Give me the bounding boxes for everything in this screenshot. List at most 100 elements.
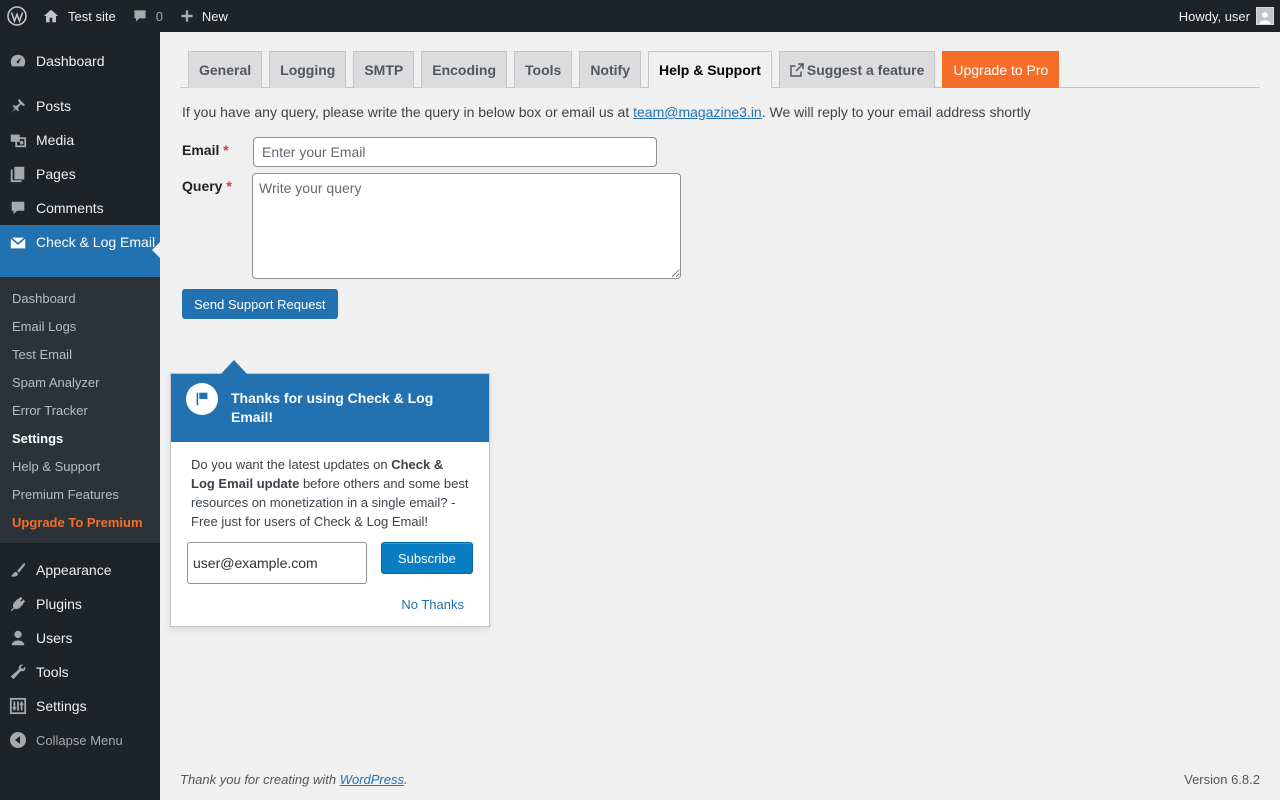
collapse-arrow-icon — [8, 730, 28, 750]
sidebar-item-label: Dashboard — [36, 53, 105, 69]
collapse-menu-button[interactable]: Collapse Menu — [0, 723, 160, 757]
submenu-item-settings[interactable]: Settings — [0, 424, 160, 452]
settings-tabs: General Logging SMTP Encoding Tools Noti… — [188, 51, 1066, 89]
subscribe-email-input[interactable] — [187, 542, 367, 584]
wrench-icon — [8, 662, 28, 682]
sidebar-item-check-log-email[interactable]: Check & Log Email — [0, 225, 160, 277]
footer-thanks: Thank you for creating with WordPress. — [180, 772, 408, 787]
pointer-body: Do you want the latest updates on Check … — [171, 442, 489, 531]
sidebar-item-label: Tools — [36, 664, 69, 680]
pointer-title: Thanks for using Check & Log Email! — [231, 390, 434, 425]
external-link-icon — [790, 63, 804, 77]
subscribe-row: Subscribe — [171, 531, 489, 597]
media-icon — [8, 130, 28, 150]
sidebar-item-label: Comments — [36, 200, 104, 216]
support-email-link[interactable]: team@magazine3.in — [633, 104, 762, 120]
tab-tools[interactable]: Tools — [514, 51, 573, 88]
sidebar-item-label: Media — [36, 132, 75, 148]
sidebar-item-appearance[interactable]: Appearance — [0, 553, 160, 587]
comments-menu[interactable]: 0 — [124, 0, 171, 32]
sidebar-item-label: Pages — [36, 166, 76, 182]
pin-icon — [8, 96, 28, 116]
admin-bar: Test site 0 New Howdy, user — [0, 0, 1280, 32]
collapse-menu-label: Collapse Menu — [36, 732, 123, 748]
submenu-item-dashboard[interactable]: Dashboard — [0, 284, 160, 312]
no-thanks-link[interactable]: No Thanks — [171, 597, 489, 626]
plug-icon — [8, 594, 28, 614]
tab-suggest-feature-label: Suggest a feature — [806, 62, 925, 78]
submenu-check-log-email: Dashboard Email Logs Test Email Spam Ana… — [0, 277, 160, 543]
pointer-body-text-1: Do you want the latest updates on — [191, 457, 392, 472]
pointer-header: Thanks for using Check & Log Email! — [171, 374, 489, 442]
sidebar-item-dashboard[interactable]: Dashboard — [0, 44, 160, 78]
tab-suggest-feature[interactable]: Suggest a feature — [778, 51, 936, 88]
query-label: Query * — [182, 178, 232, 194]
submenu-item-email-logs[interactable]: Email Logs — [0, 312, 160, 340]
required-mark: * — [226, 178, 232, 194]
comments-count: 0 — [155, 8, 163, 24]
submenu-item-test-email[interactable]: Test Email — [0, 340, 160, 368]
sidebar-item-pages[interactable]: Pages — [0, 157, 160, 191]
tab-general[interactable]: General — [188, 51, 263, 88]
send-support-request-button[interactable]: Send Support Request — [182, 289, 338, 319]
my-account-menu[interactable]: Howdy, user — [1171, 0, 1280, 32]
flag-icon — [186, 383, 218, 415]
sidebar-item-media[interactable]: Media — [0, 123, 160, 157]
plus-icon — [181, 10, 193, 22]
subscribe-button[interactable]: Subscribe — [381, 542, 473, 574]
email-input[interactable] — [253, 137, 657, 167]
sidebar-item-label: Check & Log Email — [36, 234, 156, 250]
sidebar-item-label: Settings — [36, 698, 87, 714]
home-icon — [43, 9, 59, 23]
sidebar-item-settings[interactable]: Settings — [0, 689, 160, 723]
tab-notify[interactable]: Notify — [579, 51, 641, 88]
tab-encoding[interactable]: Encoding — [421, 51, 508, 88]
pointer-arrow — [221, 360, 247, 374]
tab-help-support[interactable]: Help & Support — [647, 51, 772, 89]
email-label: Email * — [182, 142, 229, 158]
sidebar-item-users[interactable]: Users — [0, 621, 160, 655]
query-textarea[interactable] — [252, 173, 681, 279]
sidebar-item-comments[interactable]: Comments — [0, 191, 160, 225]
email-label-text: Email — [182, 142, 220, 158]
submenu-item-spam-analyzer[interactable]: Spam Analyzer — [0, 368, 160, 396]
new-label: New — [201, 8, 228, 24]
submenu-item-error-tracker[interactable]: Error Tracker — [0, 396, 160, 424]
sidebar-item-label: Plugins — [36, 596, 82, 612]
submenu-item-help-support[interactable]: Help & Support — [0, 452, 160, 480]
footer-thanks-before: Thank you for creating with — [180, 772, 340, 787]
new-content-menu[interactable]: New — [171, 0, 236, 32]
wordpress-logo-icon — [7, 6, 27, 26]
dashboard-icon — [8, 51, 28, 71]
avatar — [1256, 7, 1274, 25]
site-name-menu[interactable]: Test site — [34, 0, 124, 32]
admin-sidebar: Dashboard Posts Media Pages Comments Che… — [0, 32, 160, 800]
avatar-user-icon — [1259, 12, 1271, 24]
footer-version: Version 6.8.2 — [1184, 772, 1260, 787]
sliders-icon — [8, 696, 28, 716]
tab-upgrade-pro[interactable]: Upgrade to Pro — [942, 51, 1060, 88]
envelope-icon — [8, 233, 28, 253]
intro-text-before: If you have any query, please write the … — [182, 104, 634, 120]
sidebar-item-tools[interactable]: Tools — [0, 655, 160, 689]
brush-icon — [8, 560, 28, 580]
support-intro: If you have any query, please write the … — [182, 104, 1031, 120]
sidebar-item-plugins[interactable]: Plugins — [0, 587, 160, 621]
wordpress-logo-menu[interactable] — [0, 0, 34, 32]
query-label-text: Query — [182, 178, 223, 194]
submenu-item-upgrade-premium[interactable]: Upgrade To Premium — [0, 508, 160, 536]
comment-icon — [8, 198, 28, 218]
sidebar-item-label: Users — [36, 630, 73, 646]
footer-thanks-after: . — [404, 772, 408, 787]
sidebar-item-posts[interactable]: Posts — [0, 89, 160, 123]
subscribe-pointer-popup: Thanks for using Check & Log Email! Do y… — [170, 360, 490, 627]
tab-logging[interactable]: Logging — [269, 51, 347, 88]
intro-text-after: . We will reply to your email address sh… — [761, 104, 1031, 120]
howdy-text: Howdy, user — [1178, 8, 1250, 24]
main-content: General Logging SMTP Encoding Tools Noti… — [160, 32, 1280, 800]
pages-icon — [8, 164, 28, 184]
tab-smtp[interactable]: SMTP — [353, 51, 415, 88]
comment-bubble-icon — [134, 10, 146, 22]
submenu-item-premium-features[interactable]: Premium Features — [0, 480, 160, 508]
footer-wordpress-link[interactable]: WordPress — [340, 772, 404, 787]
